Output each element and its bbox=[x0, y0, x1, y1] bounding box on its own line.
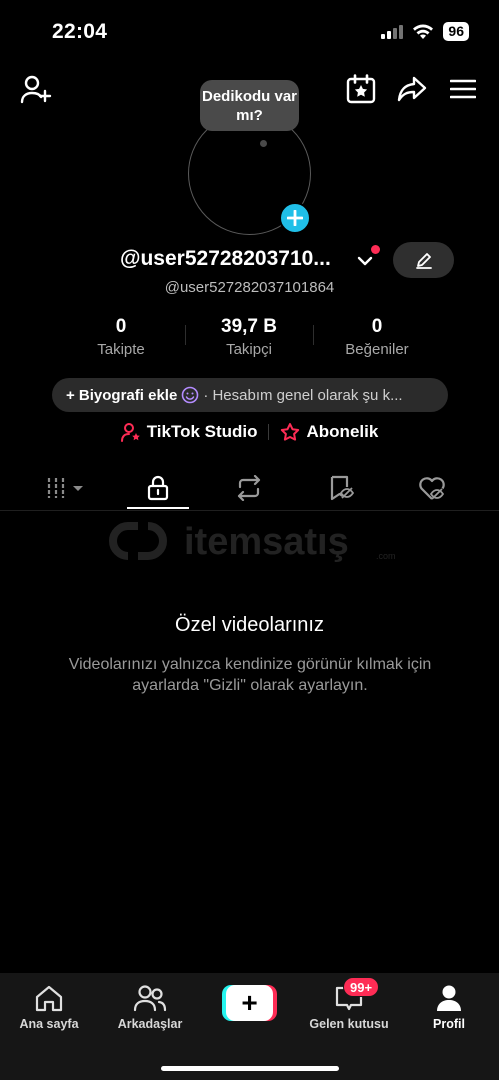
links-divider bbox=[267, 424, 269, 440]
share-profile-button[interactable] bbox=[395, 72, 429, 106]
following-stat[interactable]: 0 Takipte bbox=[61, 316, 181, 358]
nav-profile-label: Profil bbox=[433, 1017, 465, 1031]
battery-indicator: 96 bbox=[443, 22, 469, 41]
watermark-text: itemsatış bbox=[184, 521, 349, 563]
repost-icon bbox=[237, 475, 261, 501]
plus-icon bbox=[287, 210, 303, 226]
tab-private[interactable] bbox=[123, 466, 193, 510]
tiktok-studio-link[interactable]: TikTok Studio bbox=[120, 422, 258, 442]
note-bubble[interactable]: Dedikodu var mı? bbox=[200, 80, 299, 131]
nav-home[interactable]: Ana sayfa bbox=[4, 981, 94, 1031]
status-icons: 96 bbox=[381, 22, 469, 41]
notification-dot bbox=[371, 245, 380, 254]
subscription-link[interactable]: Abonelik bbox=[279, 422, 379, 442]
nav-friends-label: Arkadaşlar bbox=[117, 1017, 183, 1031]
creator-calendar-button[interactable] bbox=[344, 72, 378, 106]
home-icon bbox=[35, 985, 63, 1012]
empty-state-title: Özel videolarınız bbox=[175, 614, 324, 636]
followers-stat[interactable]: 39,7 B Takipçi bbox=[189, 316, 309, 358]
home-indicator bbox=[161, 1066, 339, 1071]
watermark-logo: itemsatış .com bbox=[104, 514, 404, 568]
tab-videos[interactable] bbox=[32, 466, 102, 510]
bottom-nav: Ana sayfa Arkadaşlar + Gelen kutusu 99+ bbox=[0, 973, 499, 1080]
menu-button[interactable] bbox=[448, 72, 478, 106]
subscription-star-icon bbox=[280, 423, 299, 441]
inbox-badge: 99+ bbox=[343, 977, 380, 997]
nav-home-label: Ana sayfa bbox=[19, 1017, 79, 1031]
nav-profile[interactable]: Profil bbox=[404, 981, 494, 1031]
grid-dropdown-icon bbox=[47, 478, 83, 498]
profile-handle: @user527282037101864 bbox=[164, 279, 335, 296]
calendar-star-icon bbox=[346, 74, 376, 104]
profile-username[interactable]: @user52728203710... bbox=[120, 247, 360, 271]
add-bio-button[interactable]: + Biyografi ekle · Hesabım genel olarak … bbox=[52, 378, 448, 412]
bio-suggestion-text: · Hesabım genel olarak şu k... bbox=[203, 386, 403, 404]
bio-suggestion: · Hesabım genel olarak şu k... bbox=[181, 386, 403, 404]
nav-inbox-label: Gelen kutusu bbox=[309, 1017, 389, 1031]
signal-icon bbox=[381, 24, 404, 39]
studio-person-icon bbox=[120, 423, 140, 442]
following-count: 0 bbox=[115, 316, 127, 337]
bookmark-hidden-icon bbox=[330, 475, 354, 501]
hamburger-icon bbox=[450, 79, 476, 99]
stat-divider bbox=[185, 325, 186, 345]
likes-count: 0 bbox=[371, 316, 383, 337]
tiktok-studio-label: TikTok Studio bbox=[146, 422, 258, 441]
stat-divider bbox=[313, 325, 314, 345]
nav-friends[interactable]: Arkadaşlar bbox=[105, 981, 195, 1031]
smiley-icon bbox=[182, 386, 199, 404]
tab-liked[interactable] bbox=[397, 466, 467, 510]
heart-hidden-icon bbox=[419, 477, 445, 500]
active-tab-indicator bbox=[127, 507, 189, 509]
add-person-icon bbox=[20, 75, 52, 104]
add-bio-label: + Biyografi ekle bbox=[66, 386, 178, 404]
followers-count: 39,7 B bbox=[221, 316, 277, 337]
create-button[interactable]: + bbox=[222, 985, 277, 1021]
tabs-divider bbox=[0, 510, 499, 511]
followers-label: Takipçi bbox=[226, 341, 272, 358]
likes-label: Beğeniler bbox=[345, 341, 409, 358]
lock-icon bbox=[147, 475, 169, 501]
tab-favorites[interactable] bbox=[306, 466, 376, 510]
switch-account-button[interactable] bbox=[355, 252, 375, 270]
watermark-suffix: .com bbox=[376, 551, 396, 561]
profile-tabs bbox=[0, 466, 499, 510]
friends-icon bbox=[133, 985, 167, 1012]
add-friend-button[interactable] bbox=[18, 72, 54, 106]
chevron-down-icon bbox=[357, 256, 373, 266]
profile-icon bbox=[437, 985, 461, 1011]
tab-reposts[interactable] bbox=[214, 466, 284, 510]
profile-links: TikTok Studio Abonelik bbox=[0, 422, 499, 442]
add-photo-button[interactable] bbox=[279, 202, 311, 234]
share-icon bbox=[397, 76, 427, 102]
pencil-icon bbox=[415, 253, 432, 269]
create-plus-icon: + bbox=[226, 985, 273, 1021]
bubble-tail bbox=[260, 140, 267, 147]
following-label: Takipte bbox=[97, 341, 145, 358]
status-time: 22:04 bbox=[52, 20, 108, 43]
likes-stat[interactable]: 0 Beğeniler bbox=[317, 316, 437, 358]
empty-state-description: Videolarınızı yalnızca kendinize görünür… bbox=[68, 656, 432, 694]
edit-profile-button[interactable] bbox=[393, 242, 454, 278]
wifi-icon bbox=[413, 24, 434, 39]
subscription-label: Abonelik bbox=[306, 422, 379, 441]
